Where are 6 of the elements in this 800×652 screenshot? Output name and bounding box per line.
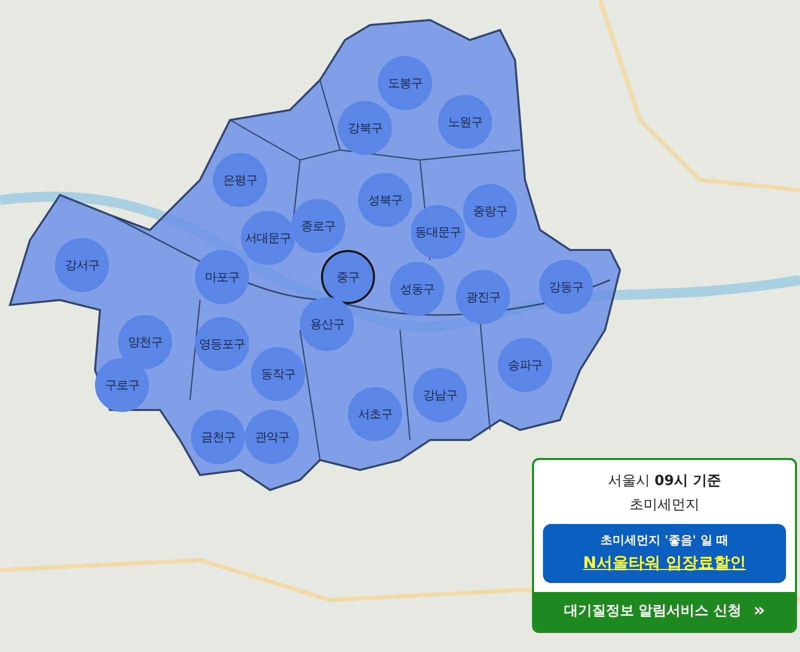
- promo-caption: 초미세먼지 '좋음' 일 때: [600, 532, 728, 549]
- card-subtitle: 초미세먼지: [628, 496, 700, 514]
- alert-signup-button[interactable]: 대기질정보 알림서비스 신청 »: [534, 592, 795, 631]
- card-title: 서울시 09시 기준: [607, 472, 722, 490]
- chevron-icon: »: [754, 602, 766, 620]
- promo-link[interactable]: N서울타워 입장료할인: [583, 553, 746, 574]
